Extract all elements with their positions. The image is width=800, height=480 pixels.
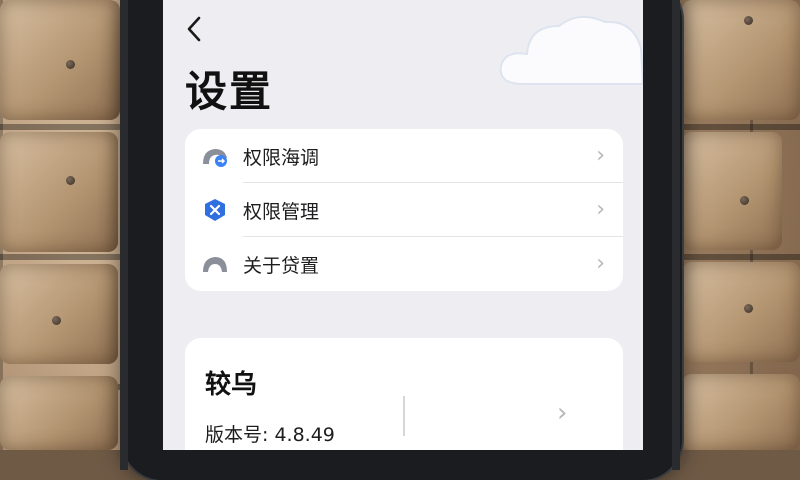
settings-item-label: 权限管理 xyxy=(243,201,320,223)
version-text: 版本号: 4.8.49 xyxy=(205,424,335,446)
page-title: 设置 xyxy=(185,67,274,116)
settings-item-label: 权限海调 xyxy=(243,147,320,169)
helmet-share-icon xyxy=(203,149,227,167)
cloud-decoration xyxy=(499,15,643,85)
chevron-right-icon: › xyxy=(596,251,605,276)
settings-item-permission-sync[interactable]: 权限海调 › xyxy=(185,129,623,183)
chevron-right-icon: › xyxy=(596,143,605,168)
chevron-left-icon xyxy=(187,16,201,42)
settings-item-permission-management[interactable]: 权限管理 › xyxy=(185,183,623,237)
helmet-icon xyxy=(203,257,227,272)
vertical-divider xyxy=(403,396,405,436)
app-name: 较乌 xyxy=(205,370,258,400)
shield-x-icon xyxy=(205,199,225,221)
phone-side-right xyxy=(672,0,680,470)
settings-screen: 设置 权限海调 › 权限管理 › 关于贷置 › 较乌 版本号: 4.8.49 › xyxy=(163,0,643,450)
settings-list: 权限海调 › 权限管理 › 关于贷置 › xyxy=(185,129,623,291)
chevron-right-icon: › xyxy=(596,197,605,222)
settings-item-about[interactable]: 关于贷置 › xyxy=(185,237,623,291)
chevron-right-icon: › xyxy=(557,398,568,428)
settings-item-label: 关于贷置 xyxy=(243,255,320,277)
back-button[interactable] xyxy=(181,16,207,42)
about-card[interactable]: 较乌 版本号: 4.8.49 › xyxy=(185,338,623,450)
phone-side-left xyxy=(120,0,128,470)
